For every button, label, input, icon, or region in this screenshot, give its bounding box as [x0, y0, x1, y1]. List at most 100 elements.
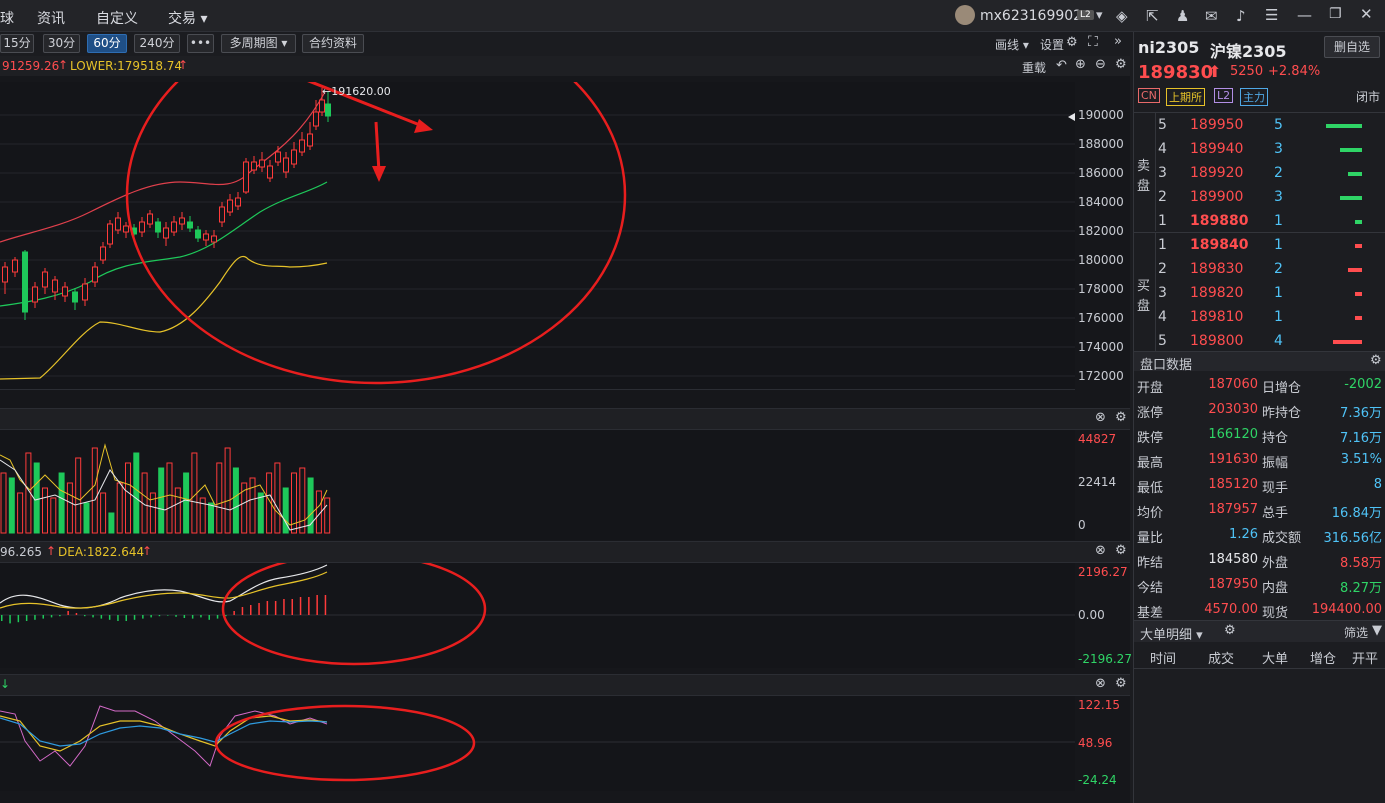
ask-row[interactable]: 1 189880 1: [1156, 211, 1385, 235]
annotation-arrowhead: [414, 119, 433, 133]
volume-bar: [174, 487, 181, 534]
draw-line-button[interactable]: 画线 ▾: [995, 36, 1029, 53]
price: 189810: [1190, 309, 1244, 325]
big-orders-title[interactable]: 大单明细 ▾: [1140, 624, 1203, 643]
menu-item-news[interactable]: 资讯: [37, 8, 65, 28]
zoom-out-icon[interactable]: ⊖: [1095, 57, 1106, 72]
col-big[interactable]: 大单: [1262, 648, 1288, 667]
quantity: 1: [1274, 237, 1283, 253]
shirt-icon[interactable]: ♟: [1176, 7, 1189, 25]
gear-icon[interactable]: ⚙: [1066, 35, 1078, 50]
gear-icon[interactable]: ⚙: [1224, 623, 1236, 638]
close-icon[interactable]: ⊗: [1095, 676, 1106, 691]
ask-row[interactable]: 5 189950 5: [1156, 115, 1385, 139]
gear-icon[interactable]: ⚙: [1115, 676, 1127, 691]
volume-bar: [75, 457, 82, 534]
macd-bar: [100, 615, 103, 619]
layers-icon[interactable]: ◈: [1116, 7, 1128, 25]
gear-icon[interactable]: ⚙: [1115, 410, 1127, 425]
price-tick: 190000: [1078, 108, 1124, 122]
macd-dea-value: DEA:1822.644: [58, 545, 145, 559]
gear-icon[interactable]: ⚙: [1370, 353, 1382, 368]
price: 189800: [1190, 333, 1244, 349]
bid-row[interactable]: 1 189840 1: [1156, 235, 1385, 259]
menu-item-trade[interactable]: 交易 ▾: [168, 8, 207, 28]
reload-button[interactable]: 重载: [1022, 59, 1046, 76]
remove-watchlist-button[interactable]: 删自选: [1324, 36, 1380, 58]
col-time[interactable]: 时间: [1150, 648, 1176, 667]
gear-icon[interactable]: ⚙: [1115, 543, 1127, 558]
bid-row[interactable]: 4 189810 1: [1156, 307, 1385, 331]
macd-bar: [283, 599, 285, 615]
minimize-icon[interactable]: —: [1297, 6, 1312, 24]
bell-icon[interactable]: ♪: [1236, 7, 1246, 25]
menu-item-custom[interactable]: 自定义: [96, 8, 138, 28]
col-deal[interactable]: 成交: [1208, 648, 1234, 667]
bid-row[interactable]: 3 189820 1: [1156, 283, 1385, 307]
macd-bar: [208, 615, 210, 620]
volume-panel: [0, 430, 1075, 540]
filter-icon[interactable]: ▼: [1372, 623, 1382, 638]
export-icon[interactable]: ⇱: [1146, 7, 1159, 25]
candle-body: [12, 259, 18, 273]
period-30min-button[interactable]: 30分: [43, 34, 80, 53]
candle-body: [243, 161, 249, 193]
current-price-marker-icon: [1068, 113, 1075, 121]
zoom-in-icon[interactable]: ⊕: [1075, 57, 1086, 72]
collapse-icon[interactable]: »: [1114, 34, 1122, 49]
macd-bar: [17, 615, 20, 623]
ask-row[interactable]: 2 189900 3: [1156, 187, 1385, 211]
period-60min-button[interactable]: 60分: [87, 34, 127, 53]
price-tick: 174000: [1078, 340, 1124, 354]
filter-button[interactable]: 筛选: [1344, 624, 1368, 641]
avatar[interactable]: [955, 5, 975, 25]
close-icon[interactable]: ⊗: [1095, 543, 1106, 558]
settings-button[interactable]: 设置: [1040, 36, 1064, 53]
username[interactable]: mx623169902: [980, 8, 1082, 24]
macd-bar: [84, 615, 86, 617]
pankou-label: 总手: [1262, 506, 1289, 521]
depth-bar: [1333, 340, 1362, 344]
restore-icon[interactable]: ❐: [1329, 6, 1342, 22]
gear-icon[interactable]: ⚙: [1115, 57, 1127, 72]
pankou-row: 量比 1.26 成交额 316.56亿: [1134, 523, 1385, 548]
candle-body: [100, 246, 106, 261]
quantity: 3: [1274, 189, 1283, 205]
close-icon[interactable]: ✕: [1360, 5, 1373, 23]
period-15min-button[interactable]: 15分: [0, 34, 34, 53]
pankou-value: 8: [1373, 477, 1382, 492]
period-240min-button[interactable]: 240分: [134, 34, 180, 53]
candle-body: [307, 133, 313, 147]
undo-icon[interactable]: ↶: [1056, 58, 1067, 73]
price: 189830: [1190, 261, 1244, 277]
list-icon[interactable]: ☰: [1265, 6, 1278, 24]
candle-body: [195, 229, 201, 239]
kdj-tick: 48.96: [1078, 736, 1113, 750]
bid-row[interactable]: 2 189830 2: [1156, 259, 1385, 283]
col-openclose[interactable]: 开平: [1352, 648, 1378, 667]
volume-bars: [0, 447, 331, 534]
col-oi[interactable]: 增仓: [1310, 648, 1336, 667]
pankou-label: 现货: [1262, 606, 1289, 621]
chevron-down-icon[interactable]: ▾: [1096, 8, 1103, 23]
chart-area: 91259.26 ↑ LOWER:179518.74 ↑ 重载 ↶ ⊕ ⊖ ⚙: [0, 5, 1132, 803]
price-tick: 186000: [1078, 166, 1124, 180]
boll-upper-value: 91259.26: [2, 59, 60, 73]
fullscreen-icon[interactable]: ⛶: [1088, 34, 1098, 50]
price-change-pct: +2.84%: [1268, 64, 1321, 79]
more-periods-button[interactable]: •••: [187, 34, 214, 53]
multi-period-button[interactable]: 多周期图 ▾: [221, 34, 296, 53]
price: 189950: [1190, 117, 1244, 133]
menu-item-quotes[interactable]: 球: [0, 8, 14, 28]
volume-bar: [249, 477, 256, 534]
close-icon[interactable]: ⊗: [1095, 410, 1106, 425]
contract-info-button[interactable]: 合约资料: [302, 34, 364, 53]
volume-bar: [324, 497, 331, 534]
ask-row[interactable]: 4 189940 3: [1156, 139, 1385, 163]
ask-row[interactable]: 3 189920 2: [1156, 163, 1385, 187]
mail-icon[interactable]: ✉: [1205, 7, 1218, 25]
pankou-value: 316.56亿: [1323, 531, 1383, 546]
top-menu-bar: 球 资讯 自定义 交易 ▾ mx623169902 L2 ▾ ◈ ⇱ ♟ ✉ ♪…: [0, 0, 1385, 32]
macd-bar: [1, 615, 3, 621]
pankou-value: 8.27万: [1340, 581, 1382, 596]
